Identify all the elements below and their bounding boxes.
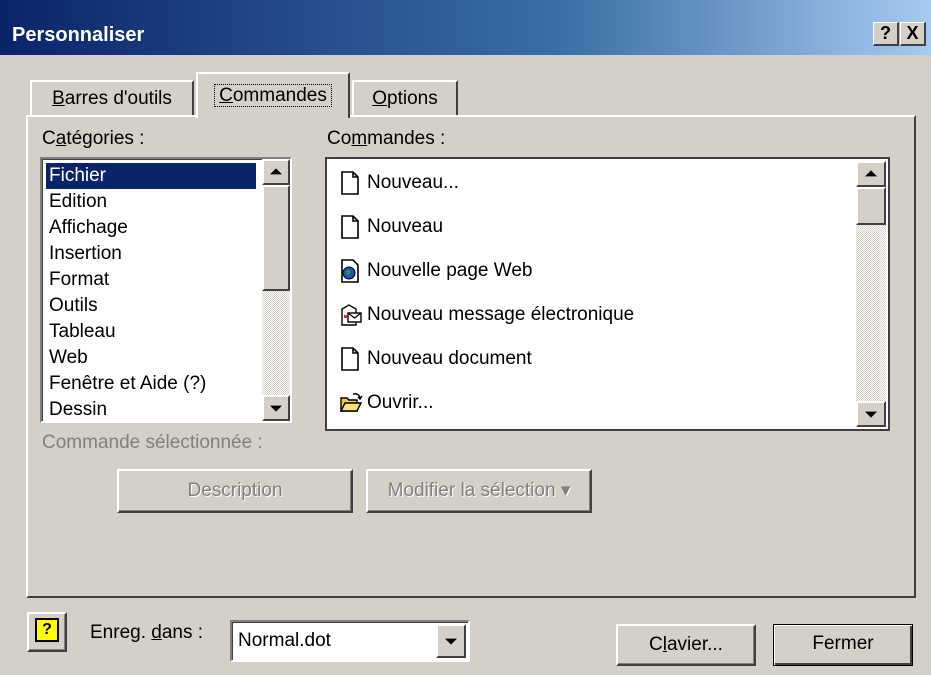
commands-listbox[interactable]: Nouveau... Nouveau Nouvelle page Web Nouvea… [325,157,890,431]
help-button[interactable]: ? [27,612,67,652]
blank-document-icon [339,171,361,195]
combo-dropdown-button[interactable] [436,624,466,658]
save-in-label: Enreg. dans : [90,622,204,643]
categories-label: Catégories : [42,128,145,149]
category-item[interactable]: Insertion [46,241,256,267]
description-button[interactable]: Description [117,469,353,513]
category-item[interactable]: Edition [46,189,256,215]
arrow-up-icon [270,168,282,175]
category-item[interactable]: Tableau [46,319,256,345]
arrow-down-icon [270,405,282,412]
commands-list: Nouveau... Nouveau Nouvelle page Web Nouvea… [327,161,847,425]
tab-commands-focus: Commandes [214,84,332,107]
save-in-value: Normal.dot [238,630,331,651]
help-question-icon: ? [35,618,59,642]
scroll-thumb[interactable] [856,187,886,225]
tab-toolbars-label: arres d'outils [64,88,172,109]
categories-listbox[interactable]: Fichier Edition Affichage Insertion Format Ou… [40,157,292,423]
selected-command-label: Commande sélectionnée : [42,432,263,453]
command-item-label: Nouveau [367,216,444,237]
blank-document-icon [339,347,361,371]
tab-toolbars[interactable]: Barres d'outils [30,80,194,116]
command-item-label: Nouveau message électronique [367,304,635,325]
command-item[interactable]: Ouvrir... [327,381,847,425]
tab-options[interactable]: Options [352,80,458,116]
open-folder-icon [339,391,363,415]
category-item[interactable]: Web [46,345,256,371]
email-message-icon [339,303,362,327]
tab-toolbars-accel: B [52,88,65,109]
category-item[interactable]: Fenêtre et Aide (?) [46,371,256,397]
title-help-button[interactable]: ? [873,22,899,46]
window-title: Personnaliser [12,24,145,46]
command-item[interactable]: Nouveau... [327,161,847,205]
scroll-down-button[interactable] [856,401,886,427]
commands-label: Commandes : [327,128,446,149]
chevron-down-icon [445,638,457,645]
scroll-down-button[interactable] [262,395,290,421]
arrow-up-icon [865,170,877,177]
tab-commands-label: ommandes [232,85,327,106]
command-item[interactable]: Nouvelle page Web [327,249,847,293]
command-item-label: Nouveau... [367,172,459,193]
command-item[interactable]: Nouveau document [327,337,847,381]
keyboard-button[interactable]: Clavier... [616,624,756,666]
close-button[interactable]: Fermer [773,624,913,666]
scroll-up-button[interactable] [262,159,290,185]
categories-list: Fichier Edition Affichage Insertion Format Ou… [46,163,256,423]
command-item-label: Nouvelle page Web [367,260,533,281]
category-item[interactable]: Fichier [46,163,256,189]
modify-selection-button[interactable]: Modifier la sélection ▾ [366,469,592,513]
title-bar[interactable]: Personnaliser ? X [0,0,931,55]
command-item-label: Nouveau document [367,348,532,369]
commands-scrollbar[interactable] [856,161,886,427]
category-item[interactable]: Format [46,267,256,293]
command-item-label: Ouvrir... [367,392,434,413]
tab-options-label: ptions [387,88,438,109]
scroll-thumb[interactable] [262,185,290,291]
title-close-button[interactable]: X [900,22,926,46]
blank-document-icon [339,215,361,239]
category-item[interactable]: Affichage [46,215,256,241]
category-item[interactable]: Dessin [46,397,256,423]
save-in-combobox[interactable]: Normal.dot [230,620,470,662]
tab-options-accel: O [372,88,388,109]
arrow-down-icon [865,411,877,418]
categories-scrollbar[interactable] [262,159,290,421]
tab-commands-accel: C [219,85,233,106]
command-item[interactable]: Nouveau [327,205,847,249]
category-item[interactable]: Outils [46,293,256,319]
tab-commands[interactable]: Commandes [196,72,350,118]
command-item[interactable]: Nouveau message électronique [327,293,847,337]
web-page-icon [339,259,361,283]
scroll-up-button[interactable] [856,161,886,187]
customize-dialog: Personnaliser ? X Barres d'outils Comman… [0,0,931,675]
